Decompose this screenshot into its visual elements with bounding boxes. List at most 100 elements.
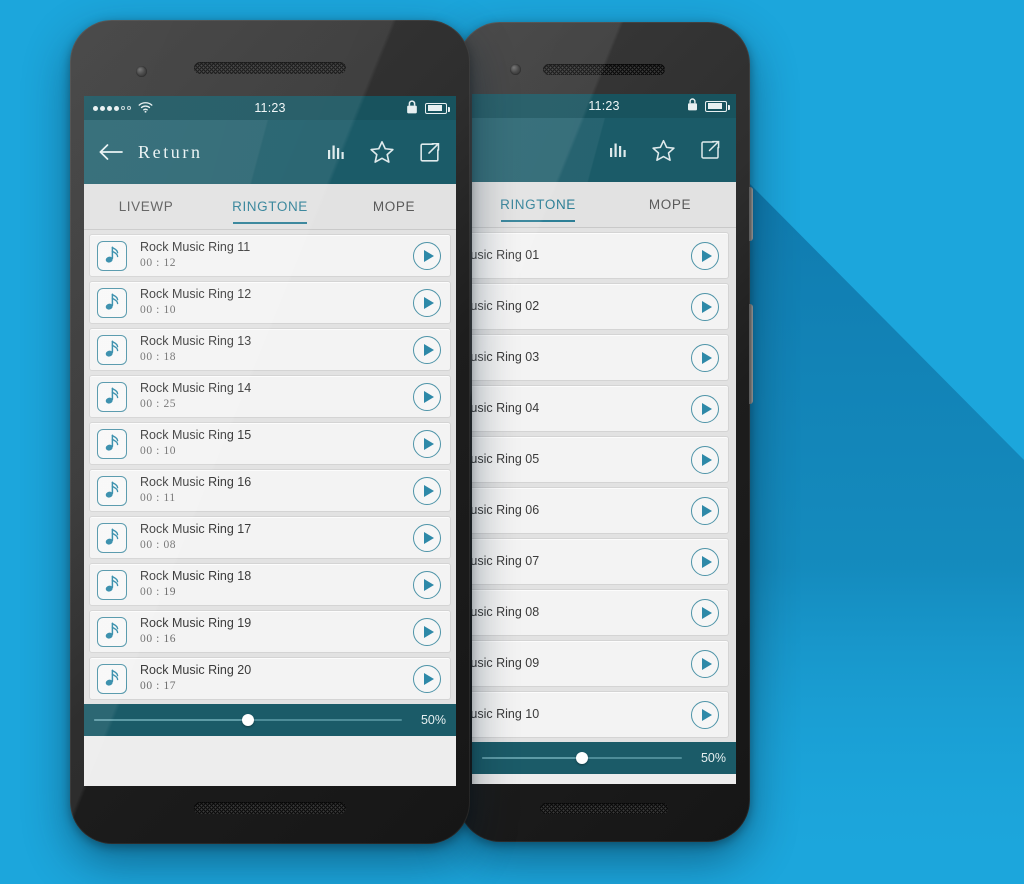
play-button[interactable] bbox=[413, 617, 441, 646]
ringtone-duration: 00 : 18 bbox=[140, 351, 177, 363]
play-button[interactable] bbox=[691, 547, 719, 576]
volume-up-button[interactable] bbox=[749, 187, 753, 241]
volume-slider-front[interactable] bbox=[94, 711, 402, 729]
toolbar-front: Return bbox=[84, 120, 456, 184]
tab-label: MOPE bbox=[372, 199, 416, 214]
list-item[interactable]: Rock Music Ring 03 bbox=[472, 334, 729, 381]
list-item-text: Rock Music Ring 16 00 : 11 bbox=[140, 475, 413, 506]
play-button[interactable] bbox=[691, 292, 719, 321]
share-icon[interactable] bbox=[417, 140, 442, 165]
star-icon[interactable] bbox=[651, 138, 676, 163]
music-note-icon bbox=[97, 334, 127, 365]
music-note-icon bbox=[97, 522, 127, 553]
music-note-icon bbox=[97, 428, 127, 459]
play-button[interactable] bbox=[413, 429, 441, 458]
play-button[interactable] bbox=[413, 476, 441, 505]
list-item-text: Rock Music Ring 19 00 : 16 bbox=[140, 616, 413, 647]
list-item-text: Rock Music Ring 13 00 : 18 bbox=[140, 334, 413, 365]
ringtone-list-front[interactable]: Rock Music Ring 11 00 : 12 Rock Music Ring… bbox=[84, 230, 456, 704]
list-item[interactable]: Rock Music Ring 20 00 : 17 bbox=[89, 657, 451, 700]
ringtone-title: Rock Music Ring 01 bbox=[472, 248, 540, 262]
list-item-text: Rock Music Ring 18 00 : 19 bbox=[140, 569, 413, 600]
list-item[interactable]: Rock Music Ring 18 00 : 19 bbox=[89, 563, 451, 606]
equalizer-icon[interactable] bbox=[607, 139, 629, 161]
play-button[interactable] bbox=[413, 335, 441, 364]
page-title: Return bbox=[138, 141, 203, 162]
list-item[interactable]: Rock Music Ring 07 bbox=[472, 538, 729, 585]
list-item[interactable]: Rock Music Ring 05 bbox=[472, 436, 729, 483]
front-phone-device: 11:23 Return LIVEWP RINGTONE MOPE Rock M… bbox=[70, 20, 470, 844]
ringtone-list-back[interactable]: Rock Music Ring 01 Rock Music Ring 02 Rock… bbox=[472, 228, 736, 742]
volume-down-button[interactable] bbox=[749, 304, 753, 404]
ringtone-duration: 00 : 16 bbox=[140, 633, 177, 645]
tab-mope-back[interactable]: MOPE bbox=[604, 182, 736, 227]
ringtone-title: Rock Music Ring 06 bbox=[472, 503, 540, 517]
play-button[interactable] bbox=[413, 288, 441, 317]
play-button[interactable] bbox=[691, 343, 719, 372]
list-item-text: Rock Music Ring 07 bbox=[472, 554, 691, 569]
ringtone-title: Rock Music Ring 12 bbox=[140, 287, 252, 301]
play-button[interactable] bbox=[413, 382, 441, 411]
list-item[interactable]: Rock Music Ring 14 00 : 25 bbox=[89, 375, 451, 418]
ringtone-title: Rock Music Ring 02 bbox=[472, 299, 540, 313]
wifi-icon bbox=[138, 101, 153, 116]
play-button[interactable] bbox=[413, 241, 441, 270]
ringtone-title: Rock Music Ring 10 bbox=[472, 707, 540, 721]
toolbar-back bbox=[472, 118, 736, 182]
ringtone-title: Rock Music Ring 17 bbox=[140, 522, 252, 536]
play-button[interactable] bbox=[691, 598, 719, 627]
play-button[interactable] bbox=[691, 496, 719, 525]
list-item[interactable]: Rock Music Ring 19 00 : 16 bbox=[89, 610, 451, 653]
list-item[interactable]: Rock Music Ring 15 00 : 10 bbox=[89, 422, 451, 465]
ringtone-title: Rock Music Ring 15 bbox=[140, 428, 252, 442]
slider-knob[interactable] bbox=[242, 714, 254, 726]
play-button[interactable] bbox=[691, 394, 719, 423]
ringtone-title: Rock Music Ring 03 bbox=[472, 350, 540, 364]
list-item[interactable]: Rock Music Ring 02 bbox=[472, 283, 729, 330]
front-camera-icon bbox=[136, 66, 147, 77]
battery-icon bbox=[705, 100, 730, 112]
ringtone-title: Rock Music Ring 14 bbox=[140, 381, 252, 395]
slider-knob[interactable] bbox=[576, 752, 588, 764]
ringtone-duration: 00 : 10 bbox=[140, 304, 177, 316]
list-item[interactable]: Rock Music Ring 01 bbox=[472, 232, 729, 279]
list-item[interactable]: Rock Music Ring 13 00 : 18 bbox=[89, 328, 451, 371]
arrow-left-icon[interactable] bbox=[98, 142, 124, 162]
signal-strength-icon bbox=[93, 105, 131, 111]
list-item[interactable]: Rock Music Ring 08 bbox=[472, 589, 729, 636]
play-button[interactable] bbox=[413, 570, 441, 599]
list-item[interactable]: Rock Music Ring 16 00 : 11 bbox=[89, 469, 451, 512]
list-item[interactable]: Rock Music Ring 09 bbox=[472, 640, 729, 687]
play-button[interactable] bbox=[691, 700, 719, 729]
ringtone-title: Rock Music Ring 05 bbox=[472, 452, 540, 466]
play-button[interactable] bbox=[691, 445, 719, 474]
tab-mope[interactable]: MOPE bbox=[332, 184, 456, 229]
tab-livewp[interactable]: LIVEWP bbox=[84, 184, 208, 229]
list-item[interactable]: Rock Music Ring 06 bbox=[472, 487, 729, 534]
volume-slider-back[interactable] bbox=[482, 749, 682, 767]
share-icon[interactable] bbox=[698, 138, 722, 162]
tab-label: MOPE bbox=[648, 197, 692, 212]
bottom-speaker bbox=[540, 803, 668, 814]
ringtone-duration: 00 : 12 bbox=[140, 257, 177, 269]
list-item[interactable]: Rock Music Ring 10 bbox=[472, 691, 729, 738]
play-button[interactable] bbox=[691, 241, 719, 270]
ringtone-title: Rock Music Ring 13 bbox=[140, 334, 252, 348]
play-button[interactable] bbox=[691, 649, 719, 678]
ringtone-duration: 00 : 25 bbox=[140, 398, 177, 410]
music-note-icon bbox=[97, 475, 127, 506]
play-button[interactable] bbox=[413, 523, 441, 552]
ringtone-duration: 00 : 17 bbox=[140, 680, 177, 692]
list-item[interactable]: Rock Music Ring 04 bbox=[472, 385, 729, 432]
earpiece-speaker bbox=[543, 64, 665, 75]
tab-ringtone-back[interactable]: RINGTONE bbox=[472, 182, 604, 227]
tab-ringtone[interactable]: RINGTONE bbox=[208, 184, 332, 229]
list-item[interactable]: Rock Music Ring 17 00 : 08 bbox=[89, 516, 451, 559]
play-button[interactable] bbox=[413, 664, 441, 693]
list-item[interactable]: Rock Music Ring 11 00 : 12 bbox=[89, 234, 451, 277]
list-item-text: Rock Music Ring 20 00 : 17 bbox=[140, 663, 413, 694]
list-item-text: Rock Music Ring 03 bbox=[472, 350, 691, 365]
list-item[interactable]: Rock Music Ring 12 00 : 10 bbox=[89, 281, 451, 324]
star-icon[interactable] bbox=[369, 139, 395, 165]
equalizer-icon[interactable] bbox=[325, 141, 347, 163]
